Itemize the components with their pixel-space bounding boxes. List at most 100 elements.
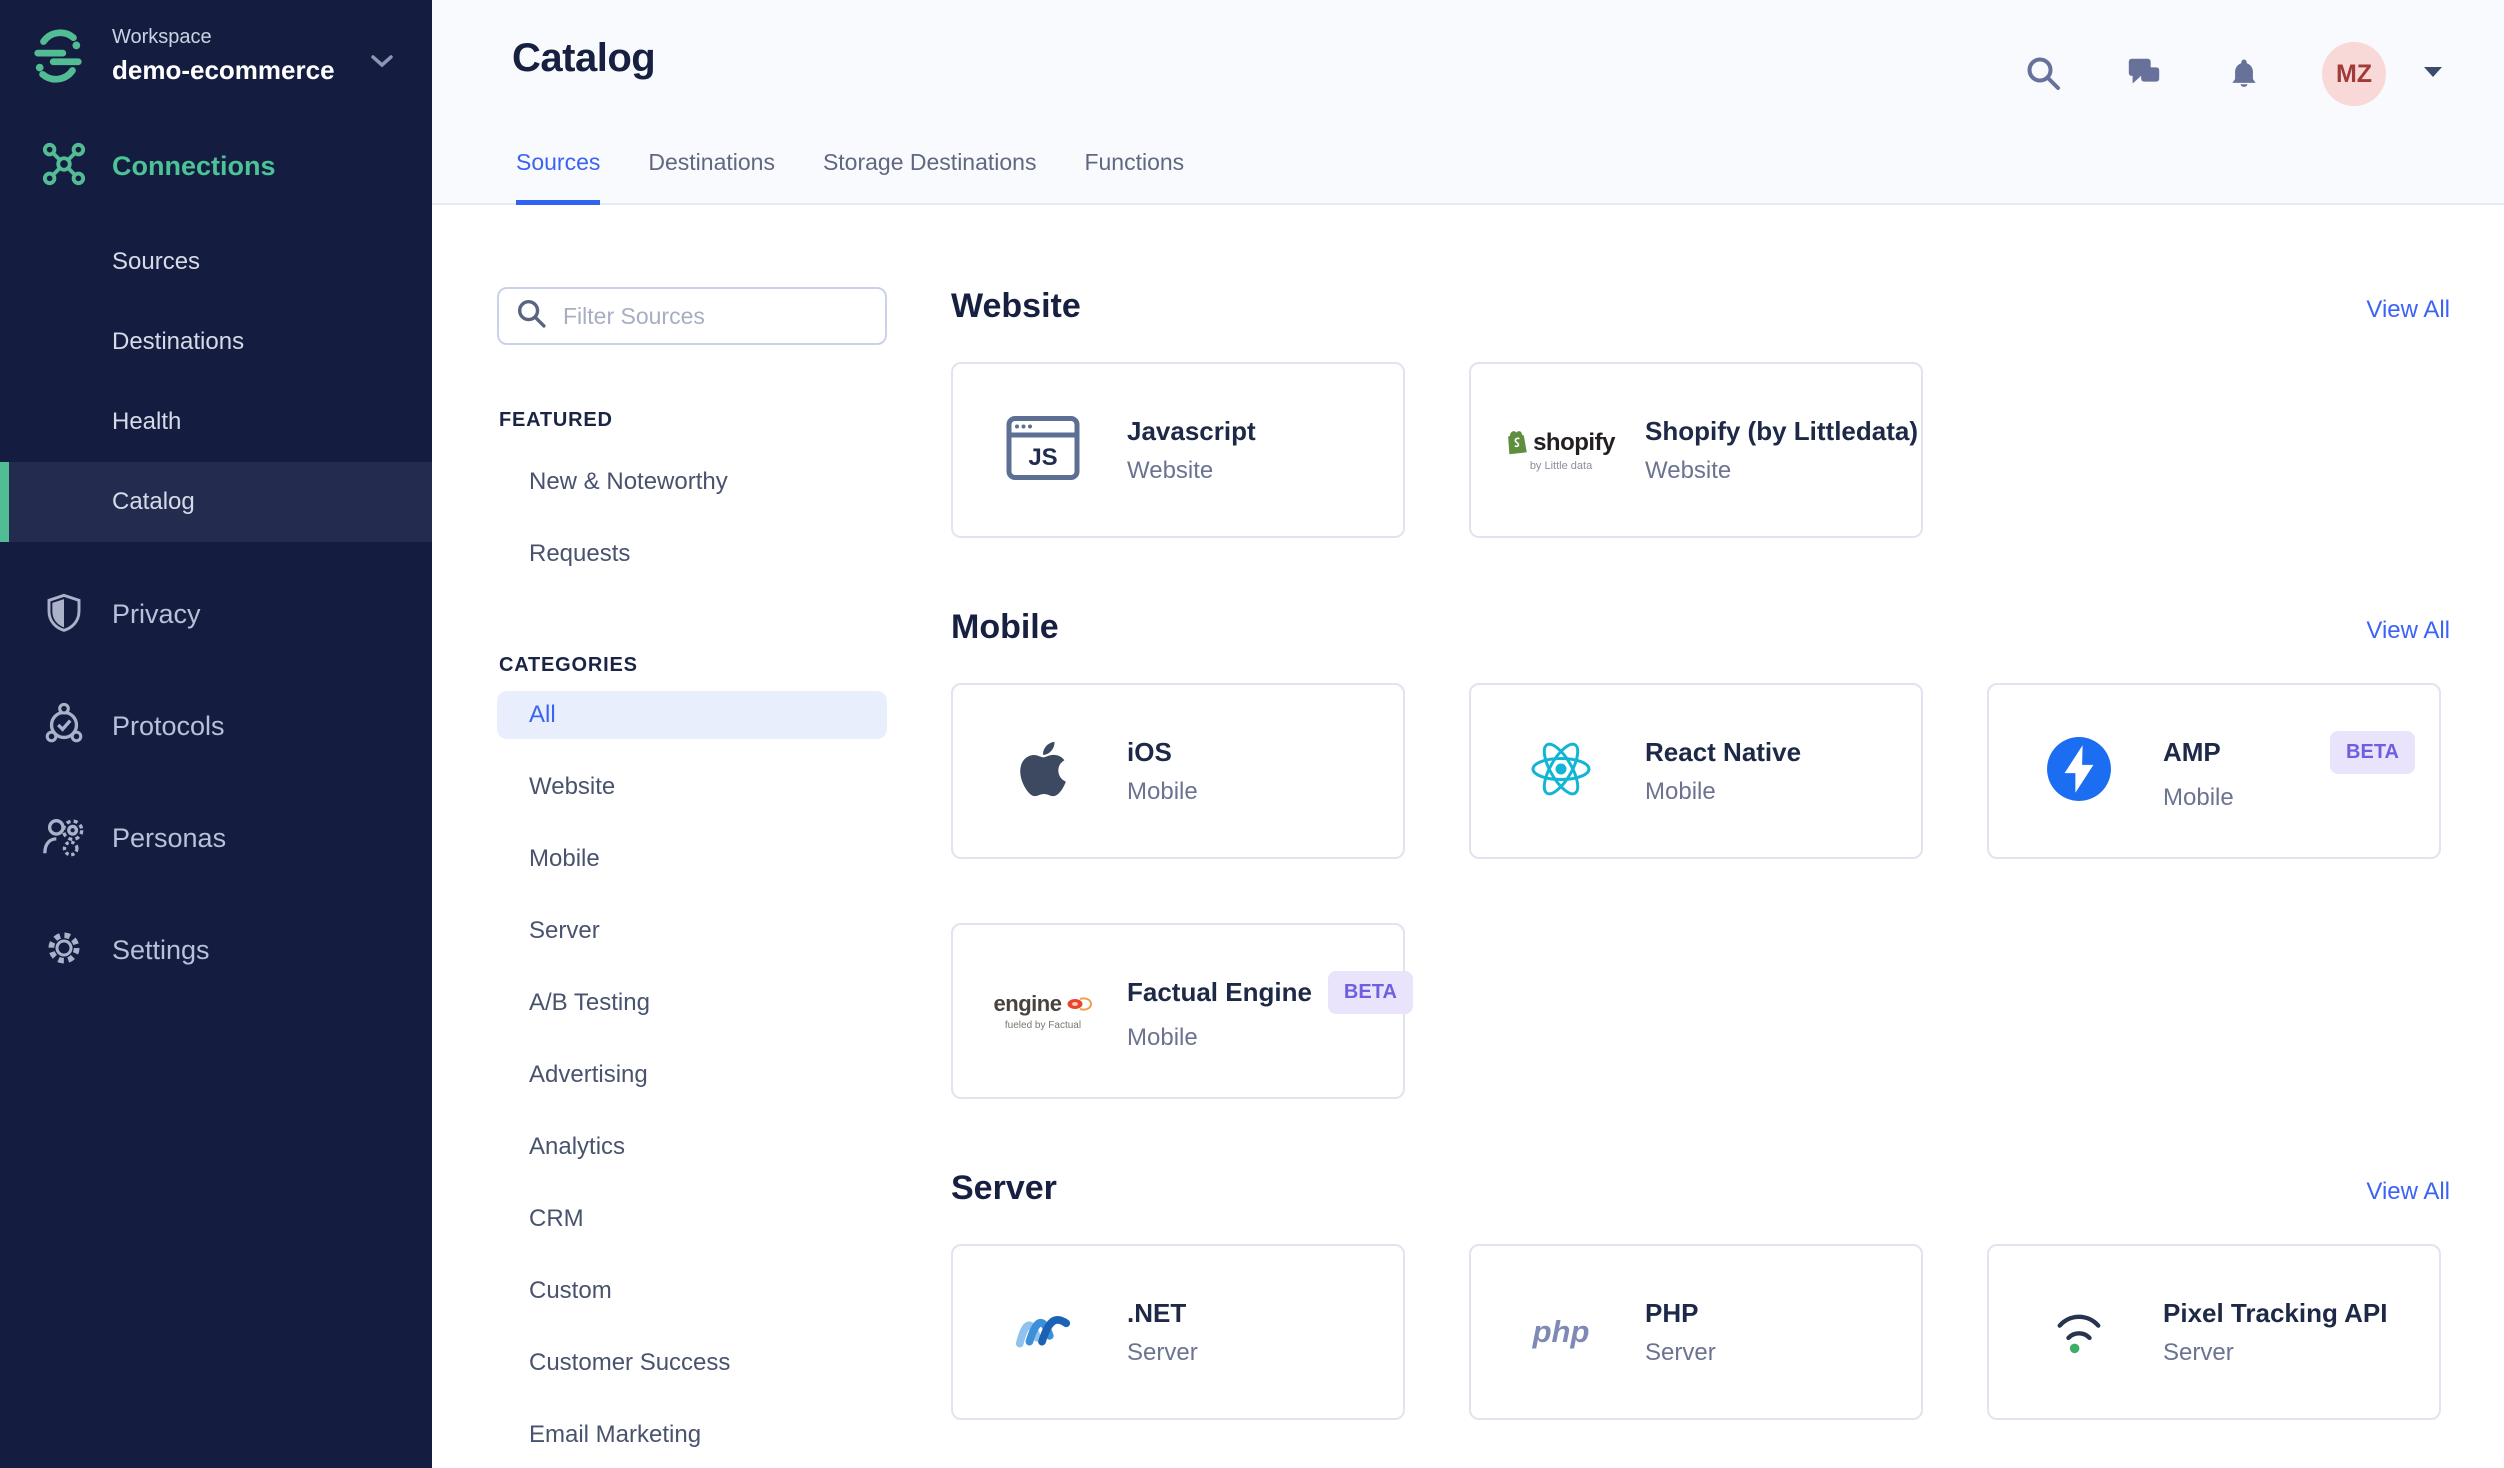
avatar-caret-down-icon[interactable]: [2422, 65, 2444, 84]
sidebar-item-connections[interactable]: Connections: [0, 126, 432, 206]
categories-list: All Website Mobile Server A/B Testing Adverti…: [497, 691, 887, 1468]
featured-item-requests[interactable]: Requests: [497, 518, 887, 590]
card-category: Mobile: [1127, 1023, 1198, 1051]
sidebar-item-label: Settings: [112, 934, 210, 965]
beta-badge: BETA: [1327, 970, 1413, 1014]
card-title: React Native: [1645, 736, 1802, 767]
category-item-a-b-testing[interactable]: A/B Testing: [497, 967, 887, 1039]
category-item-label: Analytics: [529, 1133, 626, 1160]
app-root: Workspace demo-ecommerce Connections Sour…: [0, 0, 2504, 1468]
category-item-analytics[interactable]: Analytics: [497, 1111, 887, 1183]
source-card-pixel-tracking-api[interactable]: Pixel Tracking API Server: [1987, 1244, 2441, 1420]
section-server: Server View All .NET Server php PHP Serv…: [951, 1169, 2450, 1420]
card-category: Mobile: [1127, 777, 1198, 805]
tab-sources[interactable]: Sources: [516, 149, 601, 205]
tab-label: Destinations: [648, 149, 775, 175]
search-icon[interactable]: [2022, 52, 2066, 96]
source-card-ios[interactable]: iOS Mobile: [951, 683, 1405, 859]
filter-sources-input[interactable]: [563, 302, 869, 330]
section-mobile: Mobile View All iOS Mobile React Native …: [951, 608, 2450, 1099]
category-item-all[interactable]: All: [497, 691, 887, 739]
sidebar-nav: Connections Sources Destinations Health Cata…: [0, 126, 432, 990]
category-item-email-marketing[interactable]: Email Marketing: [497, 1399, 887, 1468]
card-category: Mobile: [1645, 777, 1716, 805]
category-item-label: All: [529, 701, 556, 728]
section-title: Website: [951, 287, 1081, 325]
category-item-label: CRM: [529, 1205, 584, 1232]
chat-icon[interactable]: [2122, 52, 2166, 96]
source-card-react-native[interactable]: React Native Mobile: [1469, 683, 1923, 859]
shopify-icon: shopify by Little data: [1507, 429, 1615, 472]
catalog-content: FEATURED New & Noteworthy Requests CATEGO…: [432, 205, 2504, 1468]
sidebar-item-personas[interactable]: Personas: [0, 798, 432, 878]
sidebar-item-health[interactable]: Health: [0, 382, 432, 462]
section-website: Website View All JS Javascript Website s…: [951, 287, 2450, 538]
tab-functions[interactable]: Functions: [1084, 149, 1184, 205]
view-all-link[interactable]: View All: [2366, 617, 2450, 645]
card-title: Javascript: [1127, 415, 1256, 446]
sidebar-item-protocols[interactable]: Protocols: [0, 686, 432, 766]
workspace-switcher[interactable]: Workspace demo-ecommerce: [0, 0, 432, 86]
php-icon: php: [1532, 1314, 1590, 1349]
source-card--net[interactable]: .NET Server: [951, 1244, 1405, 1420]
sidebar-item-settings[interactable]: Settings: [0, 910, 432, 990]
category-item-mobile[interactable]: Mobile: [497, 823, 887, 895]
featured-heading: FEATURED: [499, 409, 613, 431]
tab-storage-destinations[interactable]: Storage Destinations: [823, 149, 1037, 205]
dotnet-icon: [1012, 1299, 1074, 1366]
category-item-label: A/B Testing: [529, 989, 650, 1016]
source-card-javascript[interactable]: JS Javascript Website: [951, 362, 1405, 538]
tab-destinations[interactable]: Destinations: [648, 149, 775, 205]
card-category: Server: [1127, 1338, 1198, 1366]
featured-item-new-noteworthy[interactable]: New & Noteworthy: [497, 446, 887, 518]
featured-list: New & Noteworthy Requests: [497, 446, 887, 590]
topbar-actions: MZ: [2022, 42, 2444, 106]
svg-text:JS: JS: [1028, 444, 1057, 471]
chevron-down-icon: [370, 54, 394, 73]
category-item-crm[interactable]: CRM: [497, 1183, 887, 1255]
category-item-customer-success[interactable]: Customer Success: [497, 1327, 887, 1399]
protocols-icon: [41, 701, 87, 752]
sidebar-item-label: Personas: [112, 822, 227, 853]
section-title: Mobile: [951, 608, 1059, 646]
filter-sources-searchbox[interactable]: [497, 287, 887, 345]
bell-icon[interactable]: [2222, 52, 2266, 96]
category-item-label: Server: [529, 917, 600, 944]
card-category: Server: [2163, 1338, 2234, 1366]
category-item-advertising[interactable]: Advertising: [497, 1039, 887, 1111]
page-header: Catalog MZ Sources Destinations Storage …: [432, 0, 2504, 205]
avatar[interactable]: MZ: [2322, 42, 2386, 106]
personas-icon: [41, 813, 87, 864]
source-card-php[interactable]: php PHP Server: [1469, 1244, 1923, 1420]
view-all-link[interactable]: View All: [2366, 296, 2450, 324]
featured-item-label: New & Noteworthy: [529, 468, 728, 495]
card-category: Website: [1645, 456, 1732, 484]
view-all-link[interactable]: View All: [2366, 1178, 2450, 1206]
workspace-label: Workspace: [112, 26, 212, 48]
sidebar-item-sources[interactable]: Sources: [0, 222, 432, 302]
card-title: Factual Engine: [1127, 976, 1312, 1007]
source-card-factual-engine[interactable]: engine fueled by Factual Factual Engine B…: [951, 923, 1413, 1099]
factual-engine-icon: engine fueled by Factual: [994, 991, 1093, 1031]
settings-gear-icon: [43, 927, 85, 974]
source-card-shopify-by-littledata-[interactable]: shopify by Little data Shopify (by Little…: [1469, 362, 1923, 538]
category-item-label: Custom: [529, 1277, 612, 1304]
sidebar-item-catalog[interactable]: Catalog: [0, 462, 432, 542]
sidebar-item-label: Protocols: [112, 710, 225, 741]
category-item-custom[interactable]: Custom: [497, 1255, 887, 1327]
privacy-shield-icon: [44, 592, 84, 637]
card-title: AMP: [2163, 736, 2221, 767]
sidebar-item-destinations[interactable]: Destinations: [0, 302, 432, 382]
workspace-name: demo-ecommerce: [112, 55, 335, 85]
card-title: Pixel Tracking API: [2163, 1297, 2388, 1328]
sidebar-item-privacy[interactable]: Privacy: [0, 574, 432, 654]
category-item-website[interactable]: Website: [497, 751, 887, 823]
category-item-server[interactable]: Server: [497, 895, 887, 967]
sidebar-item-label: Connections: [112, 150, 276, 181]
amp-icon: [2046, 736, 2112, 807]
category-item-label: Advertising: [529, 1061, 648, 1088]
category-item-label: Mobile: [529, 845, 600, 872]
catalog-tabs: Sources Destinations Storage Destinations F…: [432, 149, 1184, 205]
sidebar-item-label: Destinations: [112, 328, 245, 355]
source-card-amp[interactable]: AMP BETA Mobile: [1987, 683, 2441, 859]
